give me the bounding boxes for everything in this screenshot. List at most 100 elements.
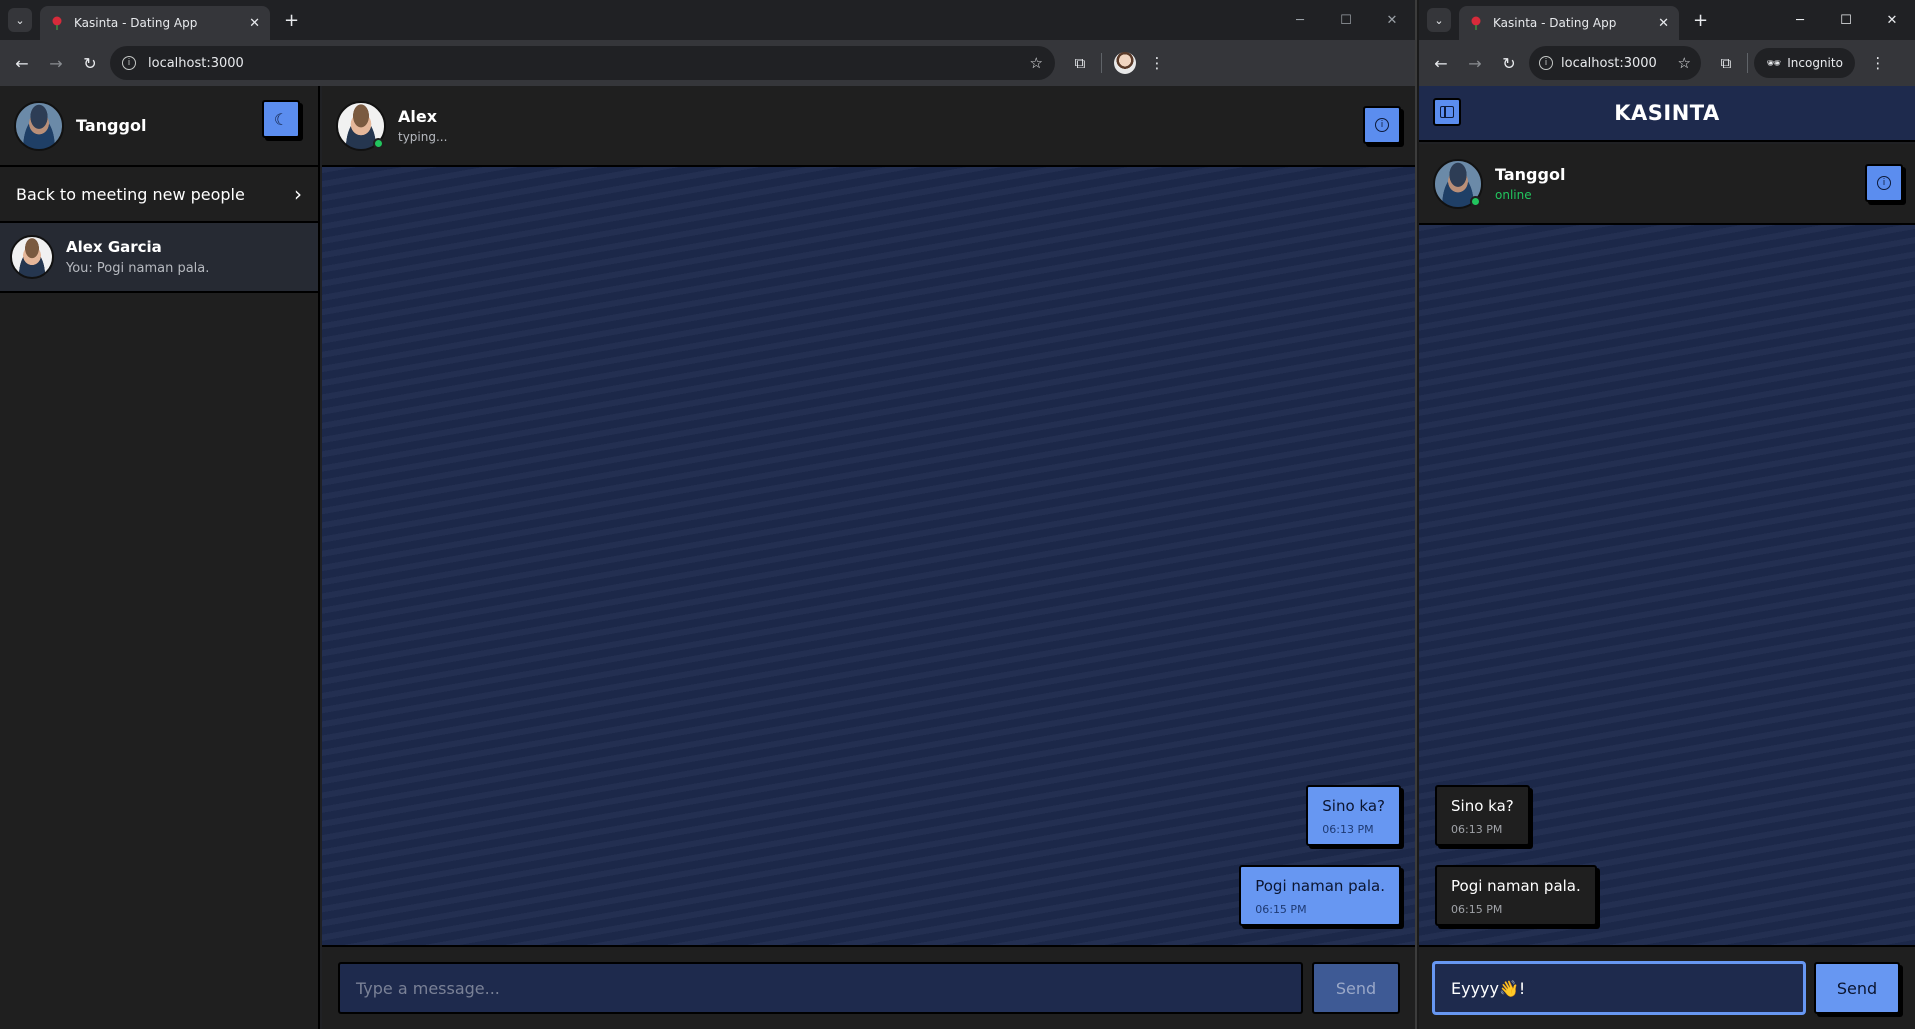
- minimize-icon[interactable]: ─: [1277, 13, 1323, 28]
- sidebar-header: Tanggol ☾: [0, 86, 318, 167]
- message-bubble-received: Pogi naman pala. 06:15 PM: [1435, 865, 1597, 926]
- kasinta-app: Tanggol ☾ Back to meeting new people › A…: [0, 86, 1415, 1029]
- browser-toolbar: ← → ↻ i localhost:3000 ☆ ⧉ 🕶 Incognito ⋮: [1419, 40, 1915, 86]
- info-icon: i: [1375, 118, 1389, 132]
- forward-arrow-icon[interactable]: →: [1461, 49, 1489, 77]
- contact-name: Tanggol: [1495, 165, 1566, 184]
- chevron-right-icon: ›: [294, 182, 302, 206]
- close-tab-icon[interactable]: ✕: [249, 16, 260, 31]
- close-tab-icon[interactable]: ✕: [1658, 16, 1669, 31]
- bookmark-star-icon[interactable]: ☆: [1678, 54, 1691, 72]
- contact-status: online: [1495, 188, 1532, 202]
- tab-search-button[interactable]: ⌄: [8, 8, 32, 32]
- bookmark-star-icon[interactable]: ☆: [1030, 54, 1043, 72]
- rose-favicon-icon: [1469, 16, 1483, 30]
- message-bubble-sent: Sino ka? 06:13 PM: [1306, 785, 1401, 846]
- user-avatar[interactable]: [14, 100, 64, 151]
- close-window-icon[interactable]: ✕: [1369, 13, 1415, 28]
- toolbar-divider: [1747, 53, 1748, 73]
- browser-tab[interactable]: Kasinta - Dating App ✕: [40, 6, 270, 40]
- chat-header: Alex typing... i: [322, 86, 1415, 167]
- incognito-icon: 🕶: [1766, 56, 1782, 70]
- window-controls: ─ ☐ ✕: [1777, 0, 1915, 40]
- profile-avatar-icon[interactable]: [1114, 52, 1136, 74]
- contact-info-button[interactable]: i: [1363, 106, 1401, 144]
- browser-window-main: ⌄ Kasinta - Dating App ✕ + ─ ☐ ✕ ← → ↻ i…: [0, 0, 1417, 1029]
- online-indicator: [1470, 195, 1481, 207]
- window-controls: ─ ☐ ✕: [1277, 0, 1415, 40]
- back-to-matching-button[interactable]: Back to meeting new people ›: [0, 167, 318, 223]
- maximize-icon[interactable]: ☐: [1823, 13, 1869, 28]
- send-button[interactable]: Send: [1312, 962, 1400, 1014]
- theme-toggle-button[interactable]: ☾: [262, 100, 300, 138]
- contact-avatar[interactable]: [1433, 158, 1483, 209]
- browser-toolbar: ← → ↻ i localhost:3000 ☆ ⧉ ⋮: [0, 40, 1415, 86]
- sidebar: Tanggol ☾ Back to meeting new people › A…: [0, 86, 320, 1029]
- address-bar[interactable]: i localhost:3000 ☆: [1529, 46, 1701, 80]
- browser-tab[interactable]: Kasinta - Dating App ✕: [1459, 6, 1679, 40]
- incognito-label: Incognito: [1787, 56, 1843, 70]
- conversation-item[interactable]: Alex Garcia You: Pogi naman pala.: [0, 223, 318, 293]
- message-time: 06:15 PM: [1451, 903, 1503, 916]
- sidebar-panel-icon: [1440, 106, 1454, 118]
- menu-dots-icon[interactable]: ⋮: [1142, 54, 1172, 72]
- forward-arrow-icon[interactable]: →: [42, 49, 70, 77]
- minimize-icon[interactable]: ─: [1777, 13, 1823, 28]
- message-composer: Eyyyy👋! Send: [1419, 945, 1915, 1029]
- conversation-name: Alex Garcia: [66, 238, 162, 256]
- new-tab-button[interactable]: +: [284, 10, 299, 31]
- url-text: localhost:3000: [1561, 55, 1657, 71]
- new-tab-button[interactable]: +: [1693, 10, 1708, 31]
- site-info-icon[interactable]: i: [1539, 56, 1553, 70]
- conversation-preview: You: Pogi naman pala.: [66, 261, 210, 276]
- site-info-icon[interactable]: i: [122, 56, 136, 70]
- url-text: localhost:3000: [148, 55, 244, 71]
- menu-dots-icon[interactable]: ⋮: [1863, 54, 1893, 72]
- moon-icon: ☾: [273, 109, 289, 129]
- message-time: 06:13 PM: [1322, 823, 1374, 836]
- back-arrow-icon[interactable]: ←: [8, 49, 36, 77]
- contact-status: typing...: [398, 130, 448, 144]
- message-composer: Type a message... Send: [322, 945, 1415, 1029]
- extensions-icon[interactable]: ⧉: [1711, 54, 1741, 72]
- extensions-icon[interactable]: ⧉: [1065, 54, 1095, 72]
- incognito-badge[interactable]: 🕶 Incognito: [1754, 48, 1855, 78]
- toolbar-divider: [1101, 53, 1102, 73]
- message-text: Pogi naman pala.: [1255, 877, 1385, 895]
- maximize-icon[interactable]: ☐: [1323, 13, 1369, 28]
- send-button[interactable]: Send: [1814, 962, 1900, 1014]
- user-name: Tanggol: [76, 116, 147, 135]
- app-title: KASINTA: [1614, 101, 1720, 125]
- info-icon: i: [1877, 176, 1891, 190]
- tab-strip: ⌄ Kasinta - Dating App ✕ + ─ ☐ ✕: [0, 0, 1415, 40]
- chat-header: Tanggol online i: [1419, 144, 1915, 225]
- tab-strip: ⌄ Kasinta - Dating App ✕ + ─ ☐ ✕: [1419, 0, 1915, 40]
- sidebar-toggle-button[interactable]: [1433, 98, 1461, 126]
- address-bar[interactable]: i localhost:3000 ☆: [110, 46, 1055, 80]
- message-bubble-sent: Pogi naman pala. 06:15 PM: [1239, 865, 1401, 926]
- reload-icon[interactable]: ↻: [1495, 49, 1523, 77]
- message-input[interactable]: Eyyyy👋!: [1433, 962, 1805, 1014]
- tab-title: Kasinta - Dating App: [1493, 16, 1617, 30]
- message-list: Sino ka? 06:13 PM Pogi naman pala. 06:15…: [322, 167, 1415, 945]
- back-arrow-icon[interactable]: ←: [1427, 49, 1455, 77]
- reload-icon[interactable]: ↻: [76, 49, 104, 77]
- rose-favicon-icon: [50, 16, 64, 30]
- chat-panel: Tanggol online i Sino ka? 06:13 PM Pogi …: [1419, 144, 1915, 1029]
- contact-avatar[interactable]: [336, 100, 386, 151]
- message-input[interactable]: Type a message...: [338, 962, 1303, 1014]
- message-bubble-received: Sino ka? 06:13 PM: [1435, 785, 1530, 846]
- contact-name: Alex: [398, 107, 438, 126]
- app-topbar: KASINTA: [1419, 86, 1915, 142]
- message-text: Sino ka?: [1451, 797, 1514, 815]
- message-text: Pogi naman pala.: [1451, 877, 1581, 895]
- message-list: Sino ka? 06:13 PM Pogi naman pala. 06:15…: [1419, 225, 1915, 945]
- online-indicator: [373, 137, 384, 149]
- kasinta-app-mobile: KASINTA Tanggol online i Sino ka? 06:13 …: [1419, 86, 1915, 1029]
- close-window-icon[interactable]: ✕: [1869, 13, 1915, 28]
- message-time: 06:13 PM: [1451, 823, 1503, 836]
- back-to-matching-label: Back to meeting new people: [16, 184, 245, 204]
- contact-info-button[interactable]: i: [1865, 164, 1903, 202]
- tab-search-button[interactable]: ⌄: [1427, 8, 1451, 32]
- conversation-avatar: [10, 235, 54, 279]
